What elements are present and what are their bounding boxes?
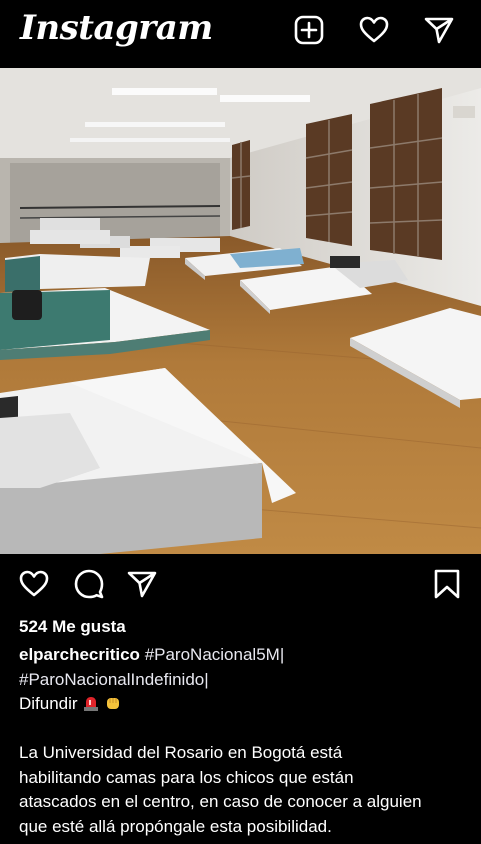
post-photo[interactable] <box>0 68 481 554</box>
body-line: que esté allá propóngale esta posibilida… <box>19 816 332 836</box>
siren-emoji <box>82 694 100 712</box>
heart-icon[interactable] <box>358 14 390 46</box>
bookmark-icon[interactable] <box>431 568 463 600</box>
body-line: atascados en el centro, en caso de conoc… <box>19 792 422 811</box>
comment-icon[interactable] <box>73 568 105 600</box>
post-caption: elparchecritico #ParoNacional5M| #ParoNa… <box>19 643 469 717</box>
instagram-logo[interactable]: Instagram <box>20 8 213 48</box>
username[interactable]: elparchecritico <box>19 645 140 664</box>
hashtag-link[interactable]: #ParoNacional5M| <box>145 645 285 664</box>
fist-emoji <box>104 694 122 712</box>
like-icon[interactable] <box>18 568 50 600</box>
direct-message-icon[interactable] <box>423 14 455 46</box>
share-icon[interactable] <box>126 568 158 600</box>
caption-text: Difundir <box>19 694 78 713</box>
top-bar: Instagram <box>0 0 481 68</box>
body-line: habilitando camas para los chicos que es… <box>19 767 354 787</box>
add-post-icon[interactable] <box>293 14 325 46</box>
hashtag-link[interactable]: #ParoNacionalIndefinido| <box>19 670 209 689</box>
post-actions <box>0 554 481 612</box>
body-line: La Universidad del Rosario en Bogotá est… <box>19 743 343 762</box>
like-count[interactable]: 524 Me gusta <box>19 617 126 637</box>
post-body-text: La Universidad del Rosario en Bogotá est… <box>19 741 471 839</box>
